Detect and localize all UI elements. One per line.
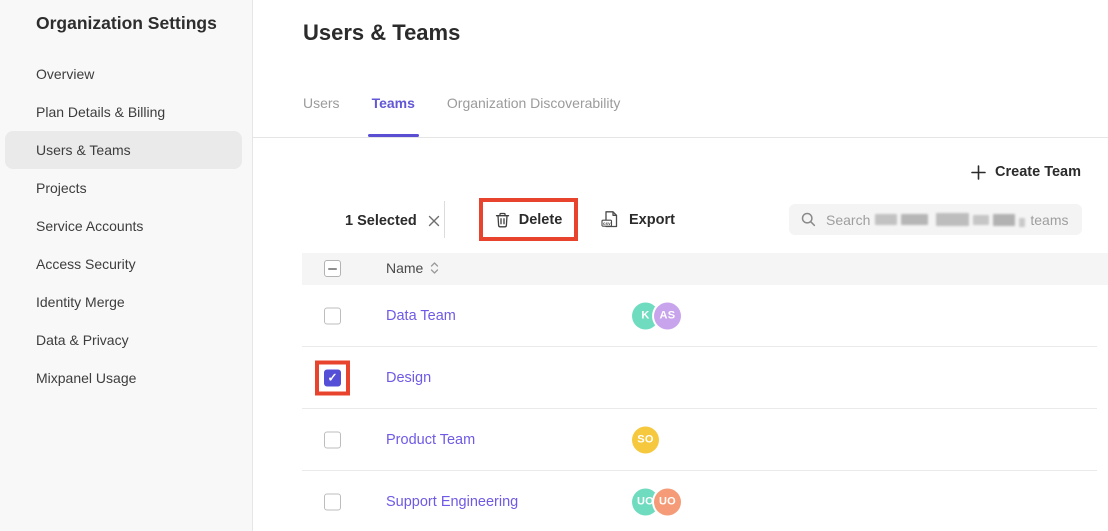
checkbox-wrap — [324, 431, 341, 448]
sidebar: Organization Settings OverviewPlan Detai… — [0, 0, 253, 531]
table-header: Name — [302, 253, 1108, 285]
sidebar-item-data-privacy[interactable]: Data & Privacy — [5, 321, 242, 359]
main-content: Users & Teams Users Teams Organization D… — [253, 0, 1108, 531]
selected-count-label: 1 Selected — [345, 213, 417, 229]
row-checkbox[interactable] — [324, 431, 341, 448]
avatar-group: KAS — [632, 302, 681, 329]
export-button-label: Export — [629, 212, 675, 228]
create-team-button[interactable]: Create Team — [971, 164, 1081, 180]
avatar-group: SO — [632, 426, 659, 453]
sort-icon[interactable] — [430, 261, 439, 275]
redacted-text — [875, 212, 1025, 227]
page-title: Users & Teams — [303, 20, 460, 46]
sidebar-item-mixpanel-usage[interactable]: Mixpanel Usage — [5, 359, 242, 397]
sidebar-title: Organization Settings — [36, 13, 252, 34]
annotation-box-checkbox: ✓ — [315, 360, 350, 395]
delete-button[interactable]: Delete — [483, 202, 574, 237]
selection-status: 1 Selected — [345, 205, 440, 236]
trash-icon — [495, 212, 510, 228]
svg-text:csv: csv — [603, 221, 611, 226]
checkbox-wrap — [324, 493, 341, 510]
tab-bar-divider — [253, 137, 1108, 138]
tab-organization-discoverability[interactable]: Organization Discoverability — [437, 95, 631, 137]
sidebar-item-plan-details-billing[interactable]: Plan Details & Billing — [5, 93, 242, 131]
sidebar-item-identity-merge[interactable]: Identity Merge — [5, 283, 242, 321]
avatar-group: UOUO — [632, 488, 681, 515]
sidebar-item-projects[interactable]: Projects — [5, 169, 242, 207]
export-button[interactable]: csv Export — [601, 204, 675, 235]
team-name-link[interactable]: Data Team — [386, 308, 456, 324]
search-input[interactable]: Search teams — [789, 204, 1082, 235]
avatar: AS — [654, 302, 681, 329]
team-table-body: Data Team KAS ✓ Design Product Team SO Support… — [302, 285, 1097, 531]
tab-teams[interactable]: Teams — [362, 95, 425, 137]
avatar: SO — [632, 426, 659, 453]
organization-settings-page: Organization Settings OverviewPlan Detai… — [0, 0, 1108, 531]
table-row-data-team: Data Team KAS — [302, 285, 1097, 347]
sidebar-item-access-security[interactable]: Access Security — [5, 245, 242, 283]
indeterminate-dash-icon — [328, 268, 337, 270]
select-all-checkbox[interactable] — [324, 260, 341, 277]
table-row-support-engineering: Support Engineering UOUO — [302, 471, 1097, 531]
column-header-name[interactable]: Name — [386, 260, 423, 276]
sidebar-item-overview[interactable]: Overview — [5, 55, 242, 93]
team-name-link[interactable]: Support Engineering — [386, 494, 518, 510]
table-row-design: ✓ Design — [302, 347, 1097, 409]
search-placeholder: Search teams — [826, 212, 1068, 228]
create-team-label: Create Team — [995, 164, 1081, 180]
sidebar-item-service-accounts[interactable]: Service Accounts — [5, 207, 242, 245]
checkbox-wrap — [324, 307, 341, 324]
row-checkbox[interactable] — [324, 307, 341, 324]
annotation-box-delete: Delete — [479, 198, 578, 241]
row-checkbox[interactable] — [324, 493, 341, 510]
sidebar-nav: OverviewPlan Details & BillingUsers & Te… — [0, 55, 252, 397]
tab-bar: Users Teams Organization Discoverability — [293, 95, 642, 137]
csv-file-icon: csv — [601, 210, 619, 229]
avatar: UO — [654, 488, 681, 515]
search-icon — [801, 212, 816, 227]
check-icon: ✓ — [327, 372, 337, 384]
row-checkbox[interactable]: ✓ — [324, 369, 341, 386]
delete-button-label: Delete — [519, 212, 563, 228]
plus-icon — [971, 165, 986, 180]
toolbar-divider — [444, 201, 445, 238]
tab-users[interactable]: Users — [293, 95, 350, 137]
clear-selection-icon[interactable] — [428, 215, 440, 227]
sidebar-item-users-teams[interactable]: Users & Teams — [5, 131, 242, 169]
team-name-link[interactable]: Design — [386, 370, 431, 386]
table-row-product-team: Product Team SO — [302, 409, 1097, 471]
team-name-link[interactable]: Product Team — [386, 432, 475, 448]
